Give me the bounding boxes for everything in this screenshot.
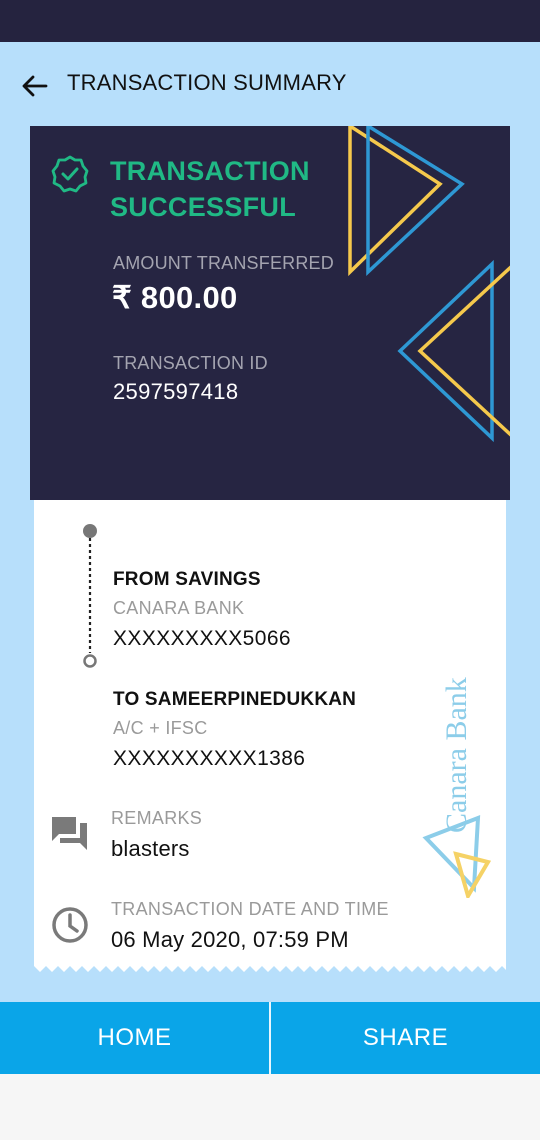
receipt-edge (34, 966, 506, 972)
share-button[interactable]: SHARE (271, 1002, 540, 1074)
to-account-number: XXXXXXXXXX1386 (113, 747, 306, 770)
to-account-title: TO SAMEERPINEDUKKAN (113, 689, 357, 710)
transaction-status-title: TRANSACTION SUCCESSFUL (110, 156, 310, 222)
to-account-type: A/C + IFSC (113, 718, 208, 738)
amount-label: AMOUNT TRANSFERRED (113, 253, 334, 273)
watermark-text: Canara Bank (440, 677, 473, 833)
from-account-number: XXXXXXXXX5066 (113, 627, 291, 650)
transaction-id-value: 2597597418 (113, 379, 239, 404)
transaction-id-label: TRANSACTION ID (113, 353, 268, 373)
back-button[interactable] (12, 64, 56, 108)
app-bar: TRANSACTION SUMMARY (0, 42, 540, 126)
clock-icon (52, 907, 88, 943)
from-bank-name: CANARA BANK (113, 598, 245, 618)
check-circle-icon (51, 155, 89, 193)
transaction-status-card: TRANSACTION SUCCESSFUL AMOUNT TRANSFERRE… (30, 126, 510, 500)
screen: TRANSACTION SUMMARY TRANSACTION SUCCESSF… (0, 42, 540, 1002)
bottom-action-bar: HOME SHARE (0, 1002, 540, 1074)
from-account-title: FROM SAVINGS (113, 569, 261, 590)
canara-bank-watermark: Canara Bank (422, 677, 492, 898)
remarks-value: blasters (111, 836, 190, 861)
transfer-timeline (83, 524, 97, 668)
arrow-left-icon (22, 75, 48, 97)
system-nav-area (0, 1074, 540, 1140)
status-bar (0, 0, 540, 42)
datetime-value: 06 May 2020, 07:59 PM (111, 927, 349, 952)
amount-value: ₹ 800.00 (112, 280, 238, 315)
chat-bubbles-icon (52, 817, 87, 850)
receipt-card: Canara Bank FROM SAVINGS CANARA BANK XXX… (34, 500, 506, 966)
datetime-label: TRANSACTION DATE AND TIME (111, 899, 389, 919)
remarks-label: REMARKS (111, 808, 203, 828)
home-button[interactable]: HOME (0, 1002, 269, 1074)
page-title: TRANSACTION SUMMARY (67, 70, 347, 95)
